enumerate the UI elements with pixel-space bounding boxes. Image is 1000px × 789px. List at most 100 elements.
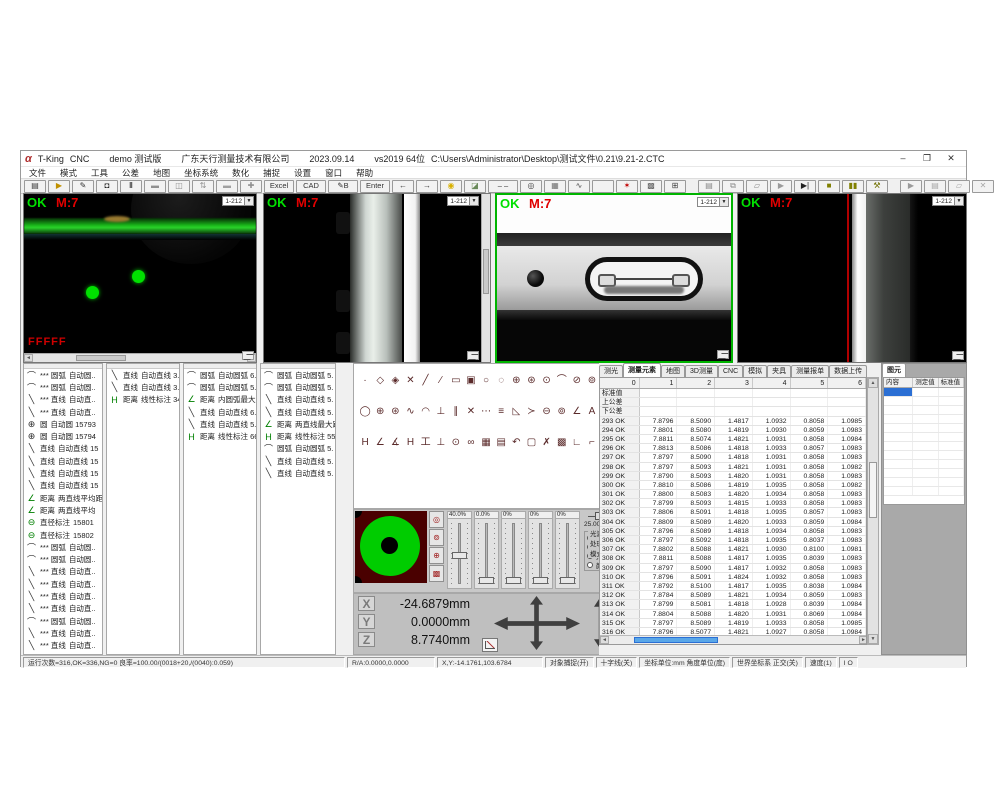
menu-item[interactable]: 地图 — [153, 167, 170, 179]
menu-item[interactable]: 公差 — [122, 167, 139, 179]
geometry-tool-icon[interactable]: ◈ — [388, 374, 402, 388]
geometry-tool-icon[interactable]: H — [358, 436, 372, 450]
feature-item[interactable]: ⌒ 圆弧 自动圆弧 5. — [261, 443, 335, 455]
geometry-tool-icon[interactable]: ≻ — [524, 405, 538, 419]
back-light-button[interactable]: ⊕ — [429, 547, 444, 564]
light-slider[interactable]: 40.0% — [447, 511, 472, 592]
camera1-range-select[interactable]: 1-212▼ — [222, 196, 254, 206]
slider-thumb[interactable] — [560, 577, 575, 584]
measurement-row[interactable]: 308 OK 7.8811 8.5088 1.4817 1.0935 0.803… — [600, 554, 866, 563]
toolbar-button[interactable]: ∿ — [568, 180, 590, 193]
geometry-tool-icon[interactable]: ∟ — [570, 436, 584, 450]
feature-list-3[interactable]: ⌒ 圆弧 自动圆弧 6. ⌒ 圆弧 自动圆弧 5. ∠ 距离 内圆弧最大距 — [183, 363, 257, 655]
measurement-row[interactable]: 314 OK 7.8804 8.5088 1.4820 1.0931 0.806… — [600, 610, 866, 619]
ring-light-indicator[interactable] — [355, 511, 427, 583]
measurement-row[interactable]: 304 OK 7.8809 8.5089 1.4820 1.0933 0.805… — [600, 518, 866, 527]
measurement-row[interactable]: 307 OK 7.8802 8.5088 1.4821 1.0930 0.810… — [600, 545, 866, 554]
measurement-row[interactable]: 306 OK 7.8797 8.5092 1.4818 1.0935 0.803… — [600, 536, 866, 545]
geometry-tool-icon[interactable]: ∕ — [434, 374, 448, 388]
measurement-row[interactable]: 311 OK 7.8792 8.5100 1.4817 1.0935 0.803… — [600, 582, 866, 591]
feature-item[interactable]: H 距离 线性标注 55 — [261, 430, 335, 442]
results-grid[interactable]: 0123456 标准值 上公差 下公差 — [599, 377, 867, 645]
feature-list-4[interactable]: ⌒ 圆弧 自动圆弧 5. ⌒ 圆弧 自动圆弧 5. ╲ 直线 自动直线 5. — [260, 363, 336, 655]
camera-view-3-selected[interactable]: OK M:7 1-212▼ — [495, 193, 733, 363]
ring-light-button[interactable]: ◎ — [429, 511, 444, 528]
feature-item[interactable]: ╲ 直线 自动直线 15 — [24, 443, 102, 455]
geometry-tool-icon[interactable]: ⊕ — [373, 405, 387, 419]
toolbar-button[interactable]: ◪ — [464, 180, 486, 193]
toolbar-button[interactable]: ▶ — [770, 180, 792, 193]
menu-item[interactable]: 坐标系统 — [184, 167, 218, 179]
light-slider[interactable]: 0% — [501, 511, 526, 592]
menu-item[interactable]: 帮助 — [356, 167, 373, 179]
toolbar-button[interactable]: – – — [488, 180, 518, 193]
measurement-row[interactable]: 299 OK 7.8790 8.5093 1.4820 1.0931 0.805… — [600, 472, 866, 481]
toolbar-button[interactable]: ⧉ — [722, 180, 744, 193]
geometry-tool-icon[interactable]: ⊛ — [388, 405, 402, 419]
toolbar-button[interactable]: ▱ — [746, 180, 768, 193]
toolbar-button[interactable]: ✕ — [972, 180, 994, 193]
results-tab[interactable]: 测量报单 — [791, 365, 829, 377]
geometry-tool-icon[interactable]: ⊘ — [570, 374, 584, 388]
geometry-tool-icon[interactable]: · — [358, 374, 372, 388]
trend-chart-button[interactable] — [482, 638, 498, 652]
toolbar-button[interactable]: ▤ — [24, 180, 46, 193]
feature-item[interactable]: ⊕ 圆 自动圆 15794 — [24, 430, 102, 442]
toolbar-button[interactable]: ▬ — [144, 180, 166, 193]
toolbar-button[interactable]: ▱ — [948, 180, 970, 193]
menu-item[interactable]: 工具 — [91, 167, 108, 179]
toolbar-button[interactable]: ⚒ — [866, 180, 888, 193]
geometry-tool-icon[interactable]: ◠ — [419, 405, 433, 419]
geometry-tool-icon[interactable]: 工 — [419, 436, 433, 450]
feature-item[interactable]: ╲ 直线 自动直线 5. — [261, 455, 335, 467]
feature-item[interactable]: ╲ *** 直线 自动直.. — [24, 590, 102, 602]
toolbar-button[interactable]: Excel — [264, 180, 294, 193]
geometry-tool-icon[interactable]: ▭ — [449, 374, 463, 388]
geometry-tool-icon[interactable]: ⊕ — [509, 374, 523, 388]
feature-item[interactable]: ⌒ *** 圆弧 自动圆.. — [24, 615, 102, 627]
feature-item[interactable]: ╲ *** 直线 自动直.. — [24, 578, 102, 590]
feature-item[interactable]: ⌒ *** 圆弧 自动圆.. — [24, 369, 102, 381]
measurement-row[interactable]: 303 OK 7.8806 8.5091 1.4818 1.0935 0.805… — [600, 508, 866, 517]
camera2-v-scrollbar[interactable] — [481, 194, 490, 362]
toolbar-button[interactable]: → — [416, 180, 438, 193]
geometry-tool-icon[interactable]: ⊥ — [434, 405, 448, 419]
slider-thumb[interactable] — [506, 577, 521, 584]
geometry-tool-icon[interactable]: ⊙ — [540, 374, 554, 388]
toolbar-button[interactable]: ✎ — [72, 180, 94, 193]
feature-item[interactable]: ╲ *** 直线 自动直.. — [24, 566, 102, 578]
geometry-tool-icon[interactable]: ▢ — [524, 436, 538, 450]
geometry-tool-icon[interactable]: ⊚ — [585, 374, 599, 388]
feature-item[interactable]: ⌒ 圆弧 自动圆弧 5. — [261, 369, 335, 381]
light-slider[interactable]: 0% — [528, 511, 553, 592]
geometry-tool-icon[interactable]: ∞ — [464, 436, 478, 450]
toolbar-button[interactable]: ▶ — [900, 180, 922, 193]
camera3-range-select[interactable]: 1-212▼ — [697, 197, 729, 207]
geometry-tool-icon[interactable]: ○ — [479, 374, 493, 388]
toolbar-button[interactable]: ▦ — [544, 180, 566, 193]
results-tab[interactable]: 测量元素 — [623, 363, 661, 377]
toolbar-button[interactable]: ▤ — [924, 180, 946, 193]
toolbar-button[interactable]: ✶ — [616, 180, 638, 193]
measurement-row[interactable]: 309 OK 7.8797 8.5090 1.4817 1.0932 0.805… — [600, 564, 866, 573]
geometry-tool-icon[interactable]: ▩ — [555, 436, 569, 450]
geometry-tool-icon[interactable]: ∡ — [388, 436, 402, 450]
feature-item[interactable]: ⊕ 圆 自动圆 15793 — [24, 418, 102, 430]
element-tab[interactable]: 图元 — [882, 363, 906, 377]
geometry-tool-icon[interactable]: A — [585, 405, 599, 419]
toolbar-button[interactable]: CAD — [296, 180, 326, 193]
toolbar-button[interactable]: Enter — [360, 180, 390, 193]
geometry-tool-icon[interactable]: ◺ — [509, 405, 523, 419]
feature-item[interactable]: H 距离 线性标注 66 — [184, 430, 256, 442]
light-slider[interactable]: 0.0% — [474, 511, 499, 592]
geometry-tool-icon[interactable]: ✗ — [540, 436, 554, 450]
tolerance-row[interactable]: 下公差 — [600, 407, 866, 416]
feature-item[interactable]: ╲ 直线 自动直线 15 — [24, 480, 102, 492]
toolbar-button[interactable]: ◉ — [440, 180, 462, 193]
measurement-row[interactable]: 313 OK 7.8799 8.5081 1.4818 1.0928 0.803… — [600, 600, 866, 609]
results-h-scrollbar[interactable]: ◄► — [600, 635, 867, 644]
feature-item[interactable]: ⌒ *** 圆弧 自动圆.. — [24, 541, 102, 553]
feature-item[interactable]: ╲ 直线 自动直线 3. — [107, 381, 179, 393]
feature-item[interactable]: ╲ 直线 自动直线 15 — [24, 467, 102, 479]
geometry-tool-icon[interactable]: ⊛ — [524, 374, 538, 388]
